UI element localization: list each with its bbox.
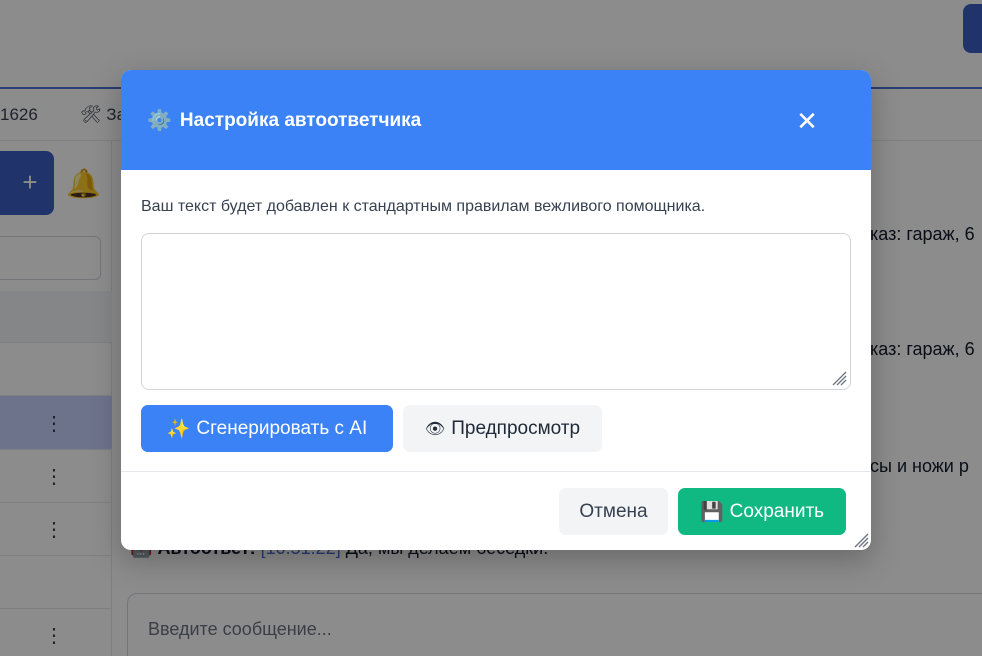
save-button-label: Сохранить <box>729 500 825 522</box>
modal-description: Ваш текст будет добавлен к стандартным п… <box>141 198 706 215</box>
floppy-disk-icon: 💾 <box>699 501 724 523</box>
gear-icon: ⚙️ <box>147 110 172 132</box>
preview-button-label: Предпросмотр <box>451 417 581 439</box>
close-button[interactable]: ✕ <box>793 108 821 136</box>
eye-icon: 👁 <box>424 420 446 438</box>
generate-button-label: Сгенерировать с AI <box>196 417 368 439</box>
save-button[interactable]: 💾 Сохранить <box>678 488 846 535</box>
modal-title-text: Настройка автоответчика <box>179 110 422 131</box>
modal-title: ⚙️ Настройка автоответчика <box>147 110 421 132</box>
modal-resize-grip-icon[interactable] <box>851 530 869 548</box>
sparkles-icon: ✨ <box>166 418 191 440</box>
generate-with-ai-button[interactable]: ✨ Сгенерировать с AI <box>141 405 393 452</box>
resize-grip-icon[interactable] <box>829 368 847 386</box>
autoresponder-settings-dialog: ⚙️ Настройка автоответчика ✕ Ваш текст б… <box>121 70 871 550</box>
modal-header: ⚙️ Настройка автоответчика ✕ <box>121 70 871 170</box>
cancel-button-label: Отмена <box>579 500 648 522</box>
autoresponder-text-field[interactable] <box>141 233 851 390</box>
cancel-button[interactable]: Отмена <box>559 488 668 535</box>
preview-button[interactable]: 👁 Предпросмотр <box>403 405 602 452</box>
footer-divider <box>121 471 871 472</box>
close-icon: ✕ <box>796 106 818 136</box>
